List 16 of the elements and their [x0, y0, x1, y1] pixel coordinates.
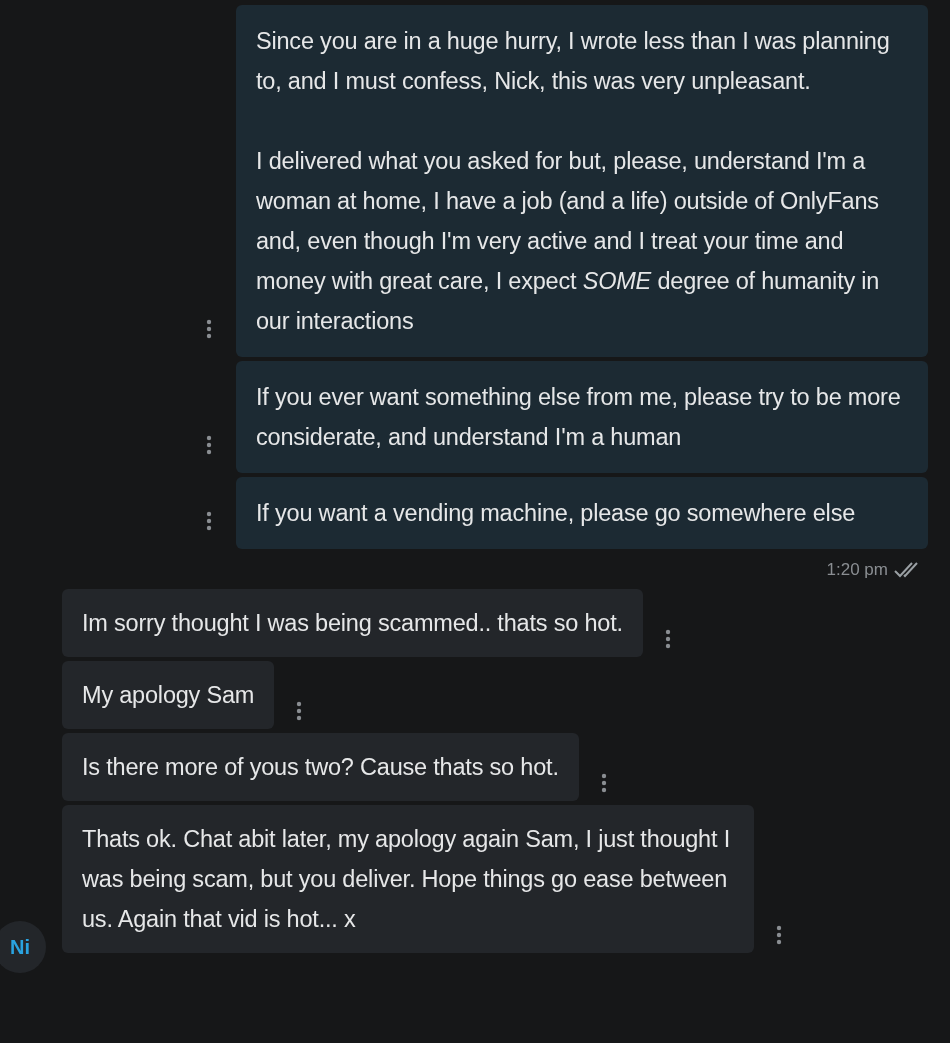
message-bubble: Since you are in a huge hurry, I wrote less than I was planning to, and I must confess, Nick, this was very unpleasant. I delivered what you asked for but, please, understand I'm a woman at home, I have a job (and a life) outside of OnlyFans and, even though I'm very active and I treat your time and money with great care, I expect SOME degree of humanity in our interactions	[236, 5, 928, 357]
more-options-icon[interactable]	[296, 701, 303, 721]
message-bubble: If you ever want something else from me, please try to be more considerate, and understand I'm a human	[236, 361, 928, 473]
message-bubble: Im sorry thought I was being scammed.. thats so hot.	[62, 589, 643, 657]
more-options-icon[interactable]	[206, 511, 212, 531]
more-options-icon[interactable]	[664, 629, 671, 649]
message-bubble: My apology Sam	[62, 661, 275, 729]
message-bubble: Is there more of yous two? Cause thats so hot.	[62, 733, 579, 801]
message-bubble: Thats ok. Chat abit later, my apology again Sam, I just thought I was being scam, but you deliver. Hope things go ease between us. Again that vid is hot... x	[62, 805, 754, 953]
message-time: 1:20 pm	[826, 560, 888, 580]
message-bubble: If you want a vending machine, please go somewhere else	[236, 477, 928, 549]
more-options-icon[interactable]	[600, 773, 607, 793]
more-options-icon[interactable]	[776, 925, 782, 945]
more-options-icon[interactable]	[206, 319, 212, 339]
more-options-icon[interactable]	[206, 435, 212, 455]
avatar[interactable]: Ni	[0, 921, 46, 973]
